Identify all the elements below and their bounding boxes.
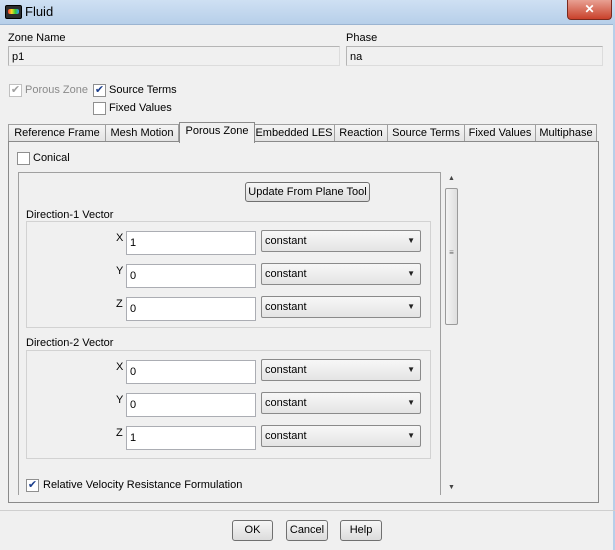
phase-field: na — [346, 46, 603, 66]
conical-label: Conical — [33, 152, 70, 164]
porous-zone-label: Porous Zone — [25, 84, 88, 96]
direction-2-z-input[interactable]: 1 — [126, 426, 256, 450]
direction-2-x-input[interactable]: 0 — [126, 360, 256, 384]
direction-1-x-label: X — [116, 232, 124, 244]
tab-reference-frame[interactable]: Reference Frame — [8, 124, 106, 142]
direction-1-x-input[interactable]: 1 — [126, 231, 256, 255]
close-button[interactable]: ✕ — [567, 0, 612, 20]
chevron-down-icon: ▼ — [407, 236, 415, 245]
direction-2-y-input[interactable]: 0 — [126, 393, 256, 417]
chevron-down-icon: ▼ — [407, 302, 415, 311]
direction-2-y-label: Y — [116, 394, 124, 406]
direction-2-z-method-select[interactable]: constant ▼ — [261, 425, 421, 447]
direction-2-title: Direction-2 Vector — [26, 337, 114, 349]
help-button[interactable]: Help — [340, 520, 382, 541]
tab-source-terms[interactable]: Source Terms — [387, 124, 465, 142]
source-terms-label: Source Terms — [109, 84, 177, 96]
fixed-values-checkbox[interactable] — [93, 102, 106, 115]
porous-zone-checkbox: ✔ — [9, 84, 22, 97]
select-value: constant — [265, 268, 307, 280]
direction-2-x-method-select[interactable]: constant ▼ — [261, 359, 421, 381]
direction-1-z-method-select[interactable]: constant ▼ — [261, 296, 421, 318]
select-value: constant — [265, 397, 307, 409]
source-terms-checkbox[interactable]: ✔ — [93, 84, 106, 97]
tab-embedded-les[interactable]: Embedded LES — [253, 124, 335, 142]
chevron-down-icon: ▼ — [407, 269, 415, 278]
scroll-up-icon[interactable]: ▲ — [443, 175, 460, 182]
fluent-app-icon — [5, 5, 22, 19]
tab-multiphase[interactable]: Multiphase — [535, 124, 597, 142]
tab-reaction[interactable]: Reaction — [334, 124, 388, 142]
direction-1-z-label: Z — [116, 298, 123, 310]
direction-1-y-method-select[interactable]: constant ▼ — [261, 263, 421, 285]
ok-button[interactable]: OK — [232, 520, 273, 541]
cancel-button[interactable]: Cancel — [286, 520, 328, 541]
tab-porous-zone[interactable]: Porous Zone — [179, 122, 255, 143]
phase-label: Phase — [346, 32, 378, 44]
select-value: constant — [265, 301, 307, 313]
zone-name-label: Zone Name — [8, 32, 66, 44]
direction-1-title: Direction-1 Vector — [26, 209, 114, 221]
relative-velocity-label: Relative Velocity Resistance Formulation — [43, 479, 243, 491]
select-value: constant — [265, 430, 307, 442]
update-from-plane-tool-button[interactable]: Update From Plane Tool — [245, 182, 370, 202]
conical-checkbox[interactable] — [17, 152, 30, 165]
direction-2-z-label: Z — [116, 427, 123, 439]
direction-1-y-input[interactable]: 0 — [126, 264, 256, 288]
direction-1-y-label: Y — [116, 265, 124, 277]
fixed-values-label: Fixed Values — [109, 102, 172, 114]
select-value: constant — [265, 235, 307, 247]
scroll-down-icon[interactable]: ▼ — [443, 484, 460, 491]
scroll-grip-icon: ≡ — [449, 248, 454, 257]
window-title: Fluid — [25, 4, 54, 19]
title-bar[interactable] — [0, 0, 615, 25]
chevron-down-icon: ▼ — [407, 431, 415, 440]
direction-1-x-method-select[interactable]: constant ▼ — [261, 230, 421, 252]
tab-fixed-values[interactable]: Fixed Values — [464, 124, 536, 142]
select-value: constant — [265, 364, 307, 376]
direction-1-z-input[interactable]: 0 — [126, 297, 256, 321]
chevron-down-icon: ▼ — [407, 365, 415, 374]
direction-2-y-method-select[interactable]: constant ▼ — [261, 392, 421, 414]
zone-name-field[interactable]: p1 — [8, 46, 340, 66]
relative-velocity-checkbox[interactable]: ✔ — [26, 479, 39, 492]
chevron-down-icon: ▼ — [407, 398, 415, 407]
direction-2-x-label: X — [116, 361, 124, 373]
footer-divider — [0, 510, 615, 511]
tab-mesh-motion[interactable]: Mesh Motion — [105, 124, 179, 142]
